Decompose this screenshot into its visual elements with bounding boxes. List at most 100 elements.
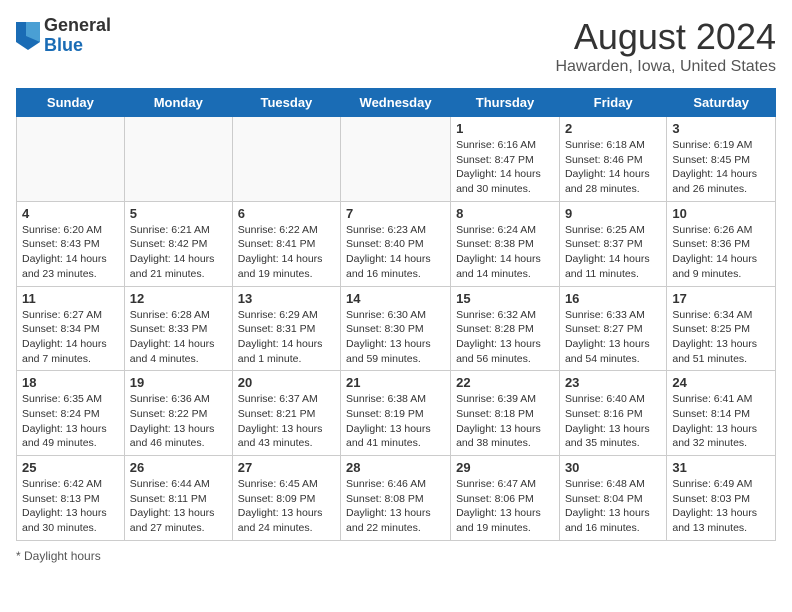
calendar-cell: 18Sunrise: 6:35 AM Sunset: 8:24 PM Dayli… <box>17 371 125 456</box>
day-number: 18 <box>22 375 119 390</box>
calendar-cell <box>124 117 232 202</box>
calendar-cell: 15Sunrise: 6:32 AM Sunset: 8:28 PM Dayli… <box>451 286 560 371</box>
day-number: 17 <box>672 291 770 306</box>
calendar-cell: 26 Sunrise: 6:44 AM Sunset: 8:11 PM Dayli… <box>124 456 232 541</box>
calendar-cell: 5 Sunrise: 6:21 AM Sunset: 8:42 PM Daylig… <box>124 201 232 286</box>
day-info: Sunrise: 6:46 AM Sunset: 8:08 PM Dayligh… <box>346 477 445 536</box>
page-header: General Blue August 2024 Hawarden, Iowa,… <box>16 16 776 76</box>
calendar-cell: 28Sunrise: 6:46 AM Sunset: 8:08 PM Dayli… <box>341 456 451 541</box>
calendar-cell: 22 Sunrise: 6:39 AM Sunset: 8:18 PM Dayli… <box>451 371 560 456</box>
day-number: 19 <box>130 375 227 390</box>
calendar-week-row: 1 Sunrise: 6:16 AM Sunset: 8:47 PM Daylig… <box>17 117 776 202</box>
calendar-day-header: Sunday <box>17 89 125 117</box>
day-number: 6 <box>238 206 335 221</box>
calendar-cell: 4 Sunrise: 6:20 AM Sunset: 8:43 PM Daylig… <box>17 201 125 286</box>
day-info: Sunrise: 6:39 AM Sunset: 8:18 PM Dayligh… <box>456 392 554 451</box>
calendar-cell: 21Sunrise: 6:38 AM Sunset: 8:19 PM Dayli… <box>341 371 451 456</box>
day-info: Sunrise: 6:47 AM Sunset: 8:06 PM Dayligh… <box>456 477 554 536</box>
day-info: Sunrise: 6:44 AM Sunset: 8:11 PM Dayligh… <box>130 477 227 536</box>
calendar-cell: 24 Sunrise: 6:41 AM Sunset: 8:14 PM Dayli… <box>667 371 776 456</box>
calendar-cell: 29 Sunrise: 6:47 AM Sunset: 8:06 PM Dayli… <box>451 456 560 541</box>
calendar-cell: 25Sunrise: 6:42 AM Sunset: 8:13 PM Dayli… <box>17 456 125 541</box>
day-number: 29 <box>456 460 554 475</box>
footer-label: Daylight hours <box>24 549 101 563</box>
day-number: 22 <box>456 375 554 390</box>
day-number: 31 <box>672 460 770 475</box>
day-info: Sunrise: 6:16 AM Sunset: 8:47 PM Dayligh… <box>456 138 554 197</box>
calendar-day-header: Tuesday <box>232 89 340 117</box>
day-number: 5 <box>130 206 227 221</box>
day-number: 1 <box>456 121 554 136</box>
day-info: Sunrise: 6:18 AM Sunset: 8:46 PM Dayligh… <box>565 138 661 197</box>
calendar-cell: 1 Sunrise: 6:16 AM Sunset: 8:47 PM Daylig… <box>451 117 560 202</box>
title-block: August 2024 Hawarden, Iowa, United State… <box>555 16 776 76</box>
day-info: Sunrise: 6:21 AM Sunset: 8:42 PM Dayligh… <box>130 223 227 282</box>
footer-note: * Daylight hours <box>16 549 776 563</box>
day-info: Sunrise: 6:28 AM Sunset: 8:33 PM Dayligh… <box>130 308 227 367</box>
calendar-cell: 20Sunrise: 6:37 AM Sunset: 8:21 PM Dayli… <box>232 371 340 456</box>
calendar-week-row: 25Sunrise: 6:42 AM Sunset: 8:13 PM Dayli… <box>17 456 776 541</box>
day-number: 10 <box>672 206 770 221</box>
calendar-day-header: Wednesday <box>341 89 451 117</box>
calendar-cell <box>341 117 451 202</box>
day-info: Sunrise: 6:41 AM Sunset: 8:14 PM Dayligh… <box>672 392 770 451</box>
day-number: 12 <box>130 291 227 306</box>
day-info: Sunrise: 6:48 AM Sunset: 8:04 PM Dayligh… <box>565 477 661 536</box>
calendar-cell: 8 Sunrise: 6:24 AM Sunset: 8:38 PM Daylig… <box>451 201 560 286</box>
day-number: 11 <box>22 291 119 306</box>
calendar-cell: 6Sunrise: 6:22 AM Sunset: 8:41 PM Daylig… <box>232 201 340 286</box>
calendar-cell: 14Sunrise: 6:30 AM Sunset: 8:30 PM Dayli… <box>341 286 451 371</box>
calendar-day-header: Thursday <box>451 89 560 117</box>
day-number: 21 <box>346 375 445 390</box>
calendar-cell: 3Sunrise: 6:19 AM Sunset: 8:45 PM Daylig… <box>667 117 776 202</box>
calendar-cell: 19 Sunrise: 6:36 AM Sunset: 8:22 PM Dayli… <box>124 371 232 456</box>
calendar-week-row: 11 Sunrise: 6:27 AM Sunset: 8:34 PM Dayli… <box>17 286 776 371</box>
day-info: Sunrise: 6:40 AM Sunset: 8:16 PM Dayligh… <box>565 392 661 451</box>
day-number: 27 <box>238 460 335 475</box>
day-info: Sunrise: 6:49 AM Sunset: 8:03 PM Dayligh… <box>672 477 770 536</box>
day-number: 2 <box>565 121 661 136</box>
calendar-cell: 7Sunrise: 6:23 AM Sunset: 8:40 PM Daylig… <box>341 201 451 286</box>
calendar-cell: 27 Sunrise: 6:45 AM Sunset: 8:09 PM Dayli… <box>232 456 340 541</box>
day-info: Sunrise: 6:42 AM Sunset: 8:13 PM Dayligh… <box>22 477 119 536</box>
day-info: Sunrise: 6:27 AM Sunset: 8:34 PM Dayligh… <box>22 308 119 367</box>
day-info: Sunrise: 6:29 AM Sunset: 8:31 PM Dayligh… <box>238 308 335 367</box>
day-info: Sunrise: 6:19 AM Sunset: 8:45 PM Dayligh… <box>672 138 770 197</box>
calendar-cell: 16Sunrise: 6:33 AM Sunset: 8:27 PM Dayli… <box>559 286 666 371</box>
day-info: Sunrise: 6:26 AM Sunset: 8:36 PM Dayligh… <box>672 223 770 282</box>
calendar-week-row: 18Sunrise: 6:35 AM Sunset: 8:24 PM Dayli… <box>17 371 776 456</box>
day-number: 20 <box>238 375 335 390</box>
day-number: 23 <box>565 375 661 390</box>
calendar-cell: 17Sunrise: 6:34 AM Sunset: 8:25 PM Dayli… <box>667 286 776 371</box>
calendar-cell: 11 Sunrise: 6:27 AM Sunset: 8:34 PM Dayli… <box>17 286 125 371</box>
calendar-week-row: 4 Sunrise: 6:20 AM Sunset: 8:43 PM Daylig… <box>17 201 776 286</box>
calendar-cell: 9Sunrise: 6:25 AM Sunset: 8:37 PM Daylig… <box>559 201 666 286</box>
day-number: 24 <box>672 375 770 390</box>
calendar-cell: 23 Sunrise: 6:40 AM Sunset: 8:16 PM Dayli… <box>559 371 666 456</box>
day-number: 8 <box>456 206 554 221</box>
calendar-cell: 31 Sunrise: 6:49 AM Sunset: 8:03 PM Dayli… <box>667 456 776 541</box>
day-number: 4 <box>22 206 119 221</box>
day-number: 30 <box>565 460 661 475</box>
day-info: Sunrise: 6:32 AM Sunset: 8:28 PM Dayligh… <box>456 308 554 367</box>
calendar-cell: 2 Sunrise: 6:18 AM Sunset: 8:46 PM Daylig… <box>559 117 666 202</box>
calendar-cell <box>232 117 340 202</box>
location-title: Hawarden, Iowa, United States <box>555 58 776 76</box>
day-number: 13 <box>238 291 335 306</box>
day-info: Sunrise: 6:24 AM Sunset: 8:38 PM Dayligh… <box>456 223 554 282</box>
calendar-cell <box>17 117 125 202</box>
day-info: Sunrise: 6:20 AM Sunset: 8:43 PM Dayligh… <box>22 223 119 282</box>
day-number: 9 <box>565 206 661 221</box>
day-info: Sunrise: 6:45 AM Sunset: 8:09 PM Dayligh… <box>238 477 335 536</box>
logo-icon <box>16 22 40 50</box>
calendar-cell: 13 Sunrise: 6:29 AM Sunset: 8:31 PM Dayli… <box>232 286 340 371</box>
calendar-day-header: Friday <box>559 89 666 117</box>
day-info: Sunrise: 6:23 AM Sunset: 8:40 PM Dayligh… <box>346 223 445 282</box>
calendar-cell: 12 Sunrise: 6:28 AM Sunset: 8:33 PM Dayli… <box>124 286 232 371</box>
day-info: Sunrise: 6:36 AM Sunset: 8:22 PM Dayligh… <box>130 392 227 451</box>
day-number: 26 <box>130 460 227 475</box>
logo: General Blue <box>16 16 111 56</box>
calendar-header-row: SundayMondayTuesdayWednesdayThursdayFrid… <box>17 89 776 117</box>
month-title: August 2024 <box>555 16 776 58</box>
logo-blue-text: Blue <box>44 36 111 56</box>
